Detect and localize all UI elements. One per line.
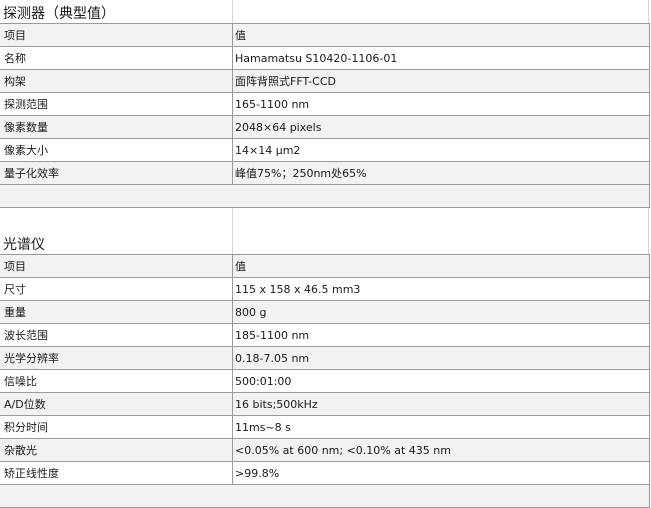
table-row: 像素数量 2048×64 pixels xyxy=(0,116,649,139)
detector-section-title: 探测器（典型值） xyxy=(0,0,233,23)
table-row: 像素大小 14×14 μm2 xyxy=(0,139,649,162)
row-value: 185-1100 nm xyxy=(235,328,310,342)
row-item: 矫正线性度 xyxy=(0,462,233,484)
spectrometer-table: 项目 值 尺寸 115 x 158 x 46.5 mm3 重量 800 g 波长… xyxy=(0,254,650,508)
title-empty-cell xyxy=(233,231,649,254)
table-row: 名称 Hamamatsu S10420-1106-01 xyxy=(0,47,649,70)
table-footer-row xyxy=(0,185,649,207)
table-header-row: 项目 值 xyxy=(0,24,649,47)
table-row: 波长范围 185-1100 nm xyxy=(0,324,649,347)
header-value: 值 xyxy=(235,29,246,42)
table-row: 构架 面阵背照式FFT-CCD xyxy=(0,70,649,93)
row-item: 构架 xyxy=(0,70,233,92)
title-empty-cell xyxy=(233,0,649,23)
table-row: A/D位数 16 bits;500kHz xyxy=(0,393,649,416)
footer-empty-cell xyxy=(233,485,649,507)
row-item: 杂散光 xyxy=(0,439,233,461)
row-value: >99.8% xyxy=(235,466,280,480)
header-item: 项目 xyxy=(0,255,233,277)
table-row: 探测范围 165-1100 nm xyxy=(0,93,649,116)
table-row: 杂散光 <0.05% at 600 nm; <0.10% at 435 nm xyxy=(0,439,649,462)
spec-sheet: 探测器（典型值） 项目 值 名称 Hamamatsu S10420-1106-0… xyxy=(0,0,651,508)
row-item: 探测范围 xyxy=(0,93,233,115)
row-value: 0.18-7.05 nm xyxy=(235,351,310,365)
row-item: A/D位数 xyxy=(0,393,233,415)
row-item: 量子化效率 xyxy=(0,162,233,184)
table-row: 重量 800 g xyxy=(0,301,649,324)
header-item: 项目 xyxy=(0,24,233,46)
spectrometer-section-title: 光谱仪 xyxy=(0,231,233,254)
row-value: 115 x 158 x 46.5 mm3 xyxy=(235,282,361,296)
table-row: 信噪比 500:01:00 xyxy=(0,370,649,393)
footer-empty-cell xyxy=(0,185,233,207)
footer-empty-cell xyxy=(233,185,649,207)
row-value: 500:01:00 xyxy=(235,374,292,388)
row-item: 重量 xyxy=(0,301,233,323)
row-value: 165-1100 nm xyxy=(235,97,310,111)
row-item: 光学分辨率 xyxy=(0,347,233,369)
detector-table: 项目 值 名称 Hamamatsu S10420-1106-01 构架 面阵背照… xyxy=(0,23,650,208)
row-value: 800 g xyxy=(235,305,267,319)
row-item: 积分时间 xyxy=(0,416,233,438)
spectrometer-title-row: 光谱仪 xyxy=(0,231,649,254)
row-value: 16 bits;500kHz xyxy=(235,397,318,411)
table-footer-row xyxy=(0,485,649,507)
table-row: 矫正线性度 >99.8% xyxy=(0,462,649,485)
row-value: 14×14 μm2 xyxy=(235,143,301,157)
row-item: 像素大小 xyxy=(0,139,233,161)
footer-empty-cell xyxy=(0,485,233,507)
row-item: 尺寸 xyxy=(0,278,233,300)
detector-title-row: 探测器（典型值） xyxy=(0,0,649,23)
row-value: 峰值75%；250nm处65% xyxy=(235,167,367,180)
row-item: 名称 xyxy=(0,47,233,69)
table-header-row: 项目 值 xyxy=(0,255,649,278)
table-row: 积分时间 11ms~8 s xyxy=(0,416,649,439)
row-value: 面阵背照式FFT-CCD xyxy=(235,75,336,88)
row-value: Hamamatsu S10420-1106-01 xyxy=(235,51,398,65)
row-item: 像素数量 xyxy=(0,116,233,138)
spacer-cell xyxy=(233,208,649,231)
row-item: 波长范围 xyxy=(0,324,233,346)
header-value: 值 xyxy=(235,260,246,273)
row-item: 信噪比 xyxy=(0,370,233,392)
spacer-cell xyxy=(0,208,233,231)
table-row: 尺寸 115 x 158 x 46.5 mm3 xyxy=(0,278,649,301)
table-row: 量子化效率 峰值75%；250nm处65% xyxy=(0,162,649,185)
section-spacer xyxy=(0,208,649,231)
table-row: 光学分辨率 0.18-7.05 nm xyxy=(0,347,649,370)
row-value: 2048×64 pixels xyxy=(235,120,322,134)
row-value: <0.05% at 600 nm; <0.10% at 435 nm xyxy=(235,443,451,457)
row-value: 11ms~8 s xyxy=(235,420,291,434)
